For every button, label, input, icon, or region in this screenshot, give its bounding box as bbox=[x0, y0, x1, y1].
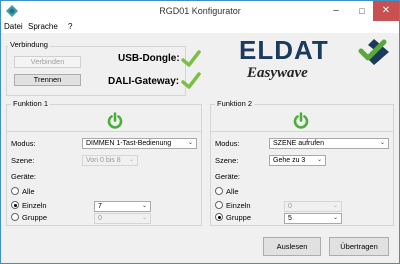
function1-mode-value: DIMMEN 1-Tast-Bedienung bbox=[86, 140, 172, 147]
menu-help[interactable]: ? bbox=[68, 22, 72, 31]
chevron-down-icon: ⌄ bbox=[332, 203, 338, 209]
function1-single-value: 7 bbox=[98, 203, 102, 210]
eldat-logo: ELDAT Easywave bbox=[239, 35, 397, 95]
usb-check-icon bbox=[181, 50, 201, 67]
easywave-text: Easywave bbox=[247, 65, 308, 81]
function1-scene-select[interactable]: Von 0 bis 8 ⌄ bbox=[82, 155, 138, 166]
eldat-brand-text: ELDAT bbox=[239, 35, 329, 65]
dali-gateway-label: DALI-Gateway: bbox=[108, 76, 180, 87]
function2-single-select[interactable]: 0 ⌄ bbox=[284, 201, 342, 212]
function1-devices-label: Geräte: bbox=[11, 172, 37, 181]
function2-title: Funktion 2 bbox=[215, 99, 255, 108]
chevron-down-icon: ⌄ bbox=[187, 140, 193, 146]
function1-mode-select[interactable]: DIMMEN 1-Tast-Bedienung ⌄ bbox=[82, 138, 197, 149]
function1-divider bbox=[7, 131, 201, 132]
function2-group-value: 5 bbox=[288, 215, 292, 222]
menu-sprache[interactable]: Sprache bbox=[28, 22, 58, 31]
function1-group-select[interactable]: 0 ⌄ bbox=[94, 213, 151, 224]
function1-group-value: 0 bbox=[98, 215, 102, 222]
chevron-down-icon: ⌄ bbox=[379, 140, 385, 146]
function2-group-select[interactable]: 5 ⌄ bbox=[284, 213, 342, 224]
function2-mode-value: SZENE aufrufen bbox=[273, 140, 324, 147]
function2-divider bbox=[211, 131, 393, 132]
function2-group: Funktion 2 Modus: SZENE aufrufen ⌄ Szene… bbox=[210, 99, 394, 226]
app-window: RGD01 Konfigurator – □ ✕ Datei Sprache ?… bbox=[0, 0, 400, 264]
read-button[interactable]: Auslesen bbox=[263, 237, 321, 256]
chevron-down-icon: ⌄ bbox=[141, 215, 147, 221]
function1-all-label: Alle bbox=[22, 187, 35, 196]
menu-bar: Datei Sprache ? bbox=[1, 21, 399, 33]
function1-radio-group[interactable] bbox=[11, 213, 19, 221]
function1-group: Funktion 1 Modus: DIMMEN 1-Tast-Bedienun… bbox=[6, 99, 202, 226]
function2-single-label: Einzeln bbox=[226, 201, 251, 210]
function1-mode-label: Modus: bbox=[11, 139, 36, 148]
function2-mode-select[interactable]: SZENE aufrufen ⌄ bbox=[269, 138, 389, 149]
usb-dongle-label: USB-Dongle: bbox=[118, 53, 180, 64]
function2-scene-select[interactable]: Gehe zu 3 ⌄ bbox=[269, 155, 326, 166]
function2-radio-group[interactable] bbox=[215, 213, 223, 221]
close-button[interactable]: ✕ bbox=[373, 1, 399, 21]
transfer-button[interactable]: Übertragen bbox=[329, 237, 389, 256]
connect-button[interactable]: Verbinden bbox=[14, 56, 81, 68]
eldat-logo-mark-icon bbox=[358, 39, 389, 65]
function2-mode-label: Modus: bbox=[215, 139, 240, 148]
chevron-down-icon: ⌄ bbox=[128, 157, 134, 163]
function1-single-select[interactable]: 7 ⌄ bbox=[94, 201, 151, 212]
function2-group-label: Gruppe bbox=[226, 213, 252, 222]
function1-radio-all[interactable] bbox=[11, 187, 19, 195]
function2-devices-label: Geräte: bbox=[215, 172, 241, 181]
function1-title: Funktion 1 bbox=[11, 99, 51, 108]
function2-radio-all[interactable] bbox=[215, 187, 223, 195]
function1-scene-label: Szene: bbox=[11, 156, 35, 165]
function1-power-icon[interactable] bbox=[107, 112, 123, 129]
connection-group-title: Verbindung bbox=[8, 40, 50, 49]
chevron-down-icon: ⌄ bbox=[316, 157, 322, 163]
function1-radio-single[interactable] bbox=[11, 201, 19, 209]
function2-scene-value: Gehe zu 3 bbox=[273, 157, 306, 164]
chevron-down-icon: ⌄ bbox=[332, 215, 338, 221]
function2-radio-single[interactable] bbox=[215, 201, 223, 209]
menu-datei[interactable]: Datei bbox=[4, 22, 23, 31]
title-bar[interactable]: RGD01 Konfigurator – □ ✕ bbox=[1, 1, 399, 21]
function1-group-label: Gruppe bbox=[22, 213, 48, 222]
dali-check-icon bbox=[181, 72, 201, 89]
disconnect-button[interactable]: Trennen bbox=[14, 74, 81, 86]
function2-power-icon[interactable] bbox=[293, 112, 309, 129]
function2-single-value: 0 bbox=[288, 203, 292, 210]
function2-all-label: Alle bbox=[226, 187, 239, 196]
function2-scene-label: Szene: bbox=[215, 156, 239, 165]
function1-scene-value: Von 0 bis 8 bbox=[86, 157, 121, 164]
function1-single-label: Einzeln bbox=[22, 201, 47, 210]
maximize-button[interactable]: □ bbox=[349, 1, 375, 21]
chevron-down-icon: ⌄ bbox=[141, 203, 147, 209]
minimize-button[interactable]: – bbox=[323, 1, 349, 21]
